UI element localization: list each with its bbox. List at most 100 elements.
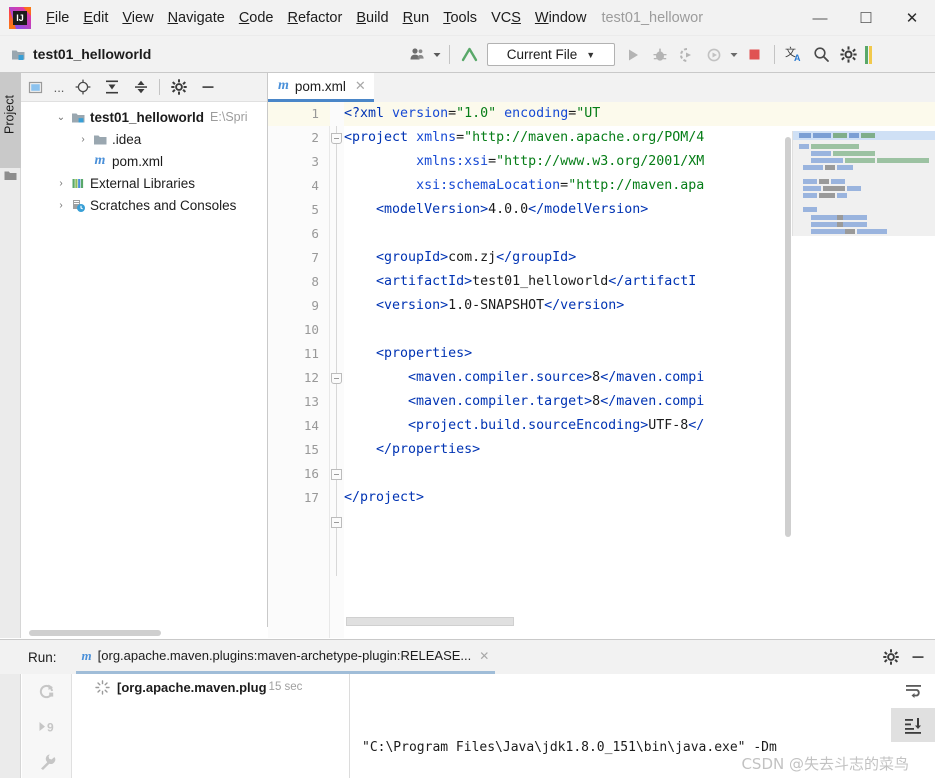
run-9-icon[interactable]: 9 bbox=[22, 709, 72, 744]
profile-dropdown-icon[interactable] bbox=[727, 36, 741, 73]
chevron-right-icon[interactable]: › bbox=[75, 134, 91, 145]
close-button[interactable]: ✕ bbox=[889, 0, 935, 36]
menu-rest: efactor bbox=[297, 9, 343, 26]
menu-mnemonic: B bbox=[356, 9, 366, 26]
code-token: = bbox=[560, 178, 569, 193]
locate-icon[interactable] bbox=[68, 73, 97, 102]
stop-icon[interactable] bbox=[741, 36, 768, 73]
fold-toggle-icon[interactable] bbox=[331, 373, 342, 384]
settings-icon[interactable] bbox=[877, 640, 904, 674]
tree-row-pom[interactable]: m pom.xml bbox=[21, 150, 267, 172]
scroll-to-end-icon[interactable] bbox=[891, 708, 935, 742]
vcs-update-icon[interactable] bbox=[456, 36, 483, 73]
close-icon[interactable]: ✕ bbox=[479, 649, 489, 663]
code-token: </ bbox=[688, 418, 705, 433]
editor-tab-pom-xml[interactable]: m pom.xml ✕ bbox=[268, 73, 374, 102]
close-icon[interactable]: ✕ bbox=[355, 78, 366, 94]
chevron-down-icon[interactable] bbox=[431, 36, 443, 73]
menu-item-build[interactable]: Build bbox=[349, 0, 395, 36]
run-action-toolbar: 9 bbox=[22, 674, 72, 778]
menu-mnemonic: R bbox=[287, 9, 298, 26]
breadcrumb[interactable]: test01_helloworld bbox=[11, 46, 151, 62]
soft-wrap-icon[interactable] bbox=[891, 674, 935, 708]
run-icon[interactable] bbox=[619, 36, 646, 73]
fold-toggle-icon[interactable] bbox=[331, 133, 342, 144]
menu-item-refactor[interactable]: Refactor bbox=[281, 0, 350, 36]
tree-row-external-libraries[interactable]: › External Libraries bbox=[21, 172, 267, 194]
scrollbar-thumb[interactable] bbox=[346, 617, 514, 626]
code-editor[interactable]: 1 2 3 4 5 6 7 8 9 10 11 12 13 14 15 16 1… bbox=[268, 102, 935, 638]
wrench-icon[interactable] bbox=[22, 744, 72, 778]
user-status-icon[interactable] bbox=[862, 36, 878, 73]
code-token: <groupId> bbox=[376, 250, 449, 265]
select-opened-file-icon[interactable] bbox=[21, 73, 50, 102]
tree-row-scratches[interactable]: › Scratches and Consoles bbox=[21, 194, 267, 216]
run-tab[interactable]: m [org.apache.maven.plugins:maven-archet… bbox=[75, 640, 496, 674]
menu-item-file[interactable]: File bbox=[39, 0, 76, 36]
editor-horizontal-scrollbar[interactable] bbox=[346, 615, 746, 628]
menu-item-navigate[interactable]: Navigate bbox=[161, 0, 232, 36]
menu-item-view[interactable]: View bbox=[115, 0, 160, 36]
scrollbar-thumb[interactable] bbox=[785, 137, 791, 537]
more-icon[interactable]: ... bbox=[50, 73, 68, 102]
toolbar-actions: Current File ▼ 文 A bbox=[404, 36, 878, 73]
run-with-coverage-icon[interactable] bbox=[673, 36, 700, 73]
maximize-button[interactable]: ☐ bbox=[843, 0, 889, 36]
profile-icon[interactable] bbox=[700, 36, 727, 73]
debug-icon[interactable] bbox=[646, 36, 673, 73]
user-avatar-icon[interactable] bbox=[404, 36, 431, 73]
code-line: </project> bbox=[344, 486, 424, 510]
collapse-all-icon[interactable] bbox=[126, 73, 155, 102]
intellij-idea-logo-icon: IJ bbox=[9, 6, 31, 29]
menu-item-vcs[interactable]: VCS bbox=[484, 0, 528, 36]
left-tool-rail: Project bbox=[0, 73, 21, 638]
project-horizontal-scrollbar[interactable] bbox=[21, 627, 268, 638]
menu-item-window[interactable]: Window bbox=[528, 0, 594, 36]
scrollbar-thumb[interactable] bbox=[29, 630, 161, 636]
settings-icon[interactable] bbox=[835, 36, 862, 73]
menu-rest: ools bbox=[450, 9, 478, 26]
settings-icon[interactable] bbox=[164, 73, 193, 102]
code-token: "http://maven.apa bbox=[568, 178, 705, 193]
editor-vertical-scrollbar[interactable] bbox=[784, 131, 792, 631]
chevron-right-icon[interactable]: › bbox=[53, 178, 69, 189]
code-token: 4.0.0 bbox=[488, 202, 529, 217]
console-line: "C:\Program Files\Java\jdk1.8.0_151\bin\… bbox=[362, 734, 891, 762]
line-number: 12 bbox=[303, 370, 319, 385]
editor-gutter: 1 2 3 4 5 6 7 8 9 10 11 12 13 14 15 16 1… bbox=[268, 102, 330, 638]
sidebar-item-project[interactable]: Project bbox=[0, 73, 21, 168]
search-icon[interactable] bbox=[808, 36, 835, 73]
rerun-icon[interactable] bbox=[22, 674, 72, 709]
fold-toggle-icon[interactable] bbox=[331, 469, 342, 480]
menu-item-edit[interactable]: Edit bbox=[76, 0, 115, 36]
hide-icon[interactable] bbox=[904, 640, 931, 674]
translate-icon[interactable]: 文 A bbox=[781, 36, 808, 73]
chevron-right-icon[interactable]: › bbox=[53, 200, 69, 211]
run-tree-item[interactable]: [org.apache.maven.plug 15 sec bbox=[73, 674, 349, 700]
tree-row-project[interactable]: ⌄ test01_helloworld E:\Spri bbox=[21, 106, 267, 128]
run-configuration-label: Current File bbox=[506, 47, 578, 62]
expand-all-icon[interactable] bbox=[97, 73, 126, 102]
fold-toggle-icon[interactable] bbox=[331, 517, 342, 528]
code-line: <properties> bbox=[344, 342, 472, 366]
menu-rest: avigate bbox=[178, 9, 225, 26]
sidebar-item-label: Project bbox=[2, 95, 17, 134]
editor-minimap[interactable] bbox=[792, 131, 935, 236]
menu-item-run[interactable]: Run bbox=[396, 0, 437, 36]
menu-item-code[interactable]: Code bbox=[232, 0, 281, 36]
menu-item-tools[interactable]: Tools bbox=[436, 0, 484, 36]
chevron-down-icon[interactable]: ⌄ bbox=[53, 112, 69, 123]
folder-icon[interactable] bbox=[4, 169, 17, 187]
editor-fold-gutter[interactable] bbox=[330, 102, 344, 638]
module-folder-icon bbox=[12, 50, 25, 60]
window-title: test01_hellowor bbox=[601, 9, 704, 26]
code-token: "UT bbox=[576, 106, 601, 121]
libraries-icon bbox=[69, 176, 87, 191]
tree-row-idea[interactable]: › .idea bbox=[21, 128, 267, 150]
hide-icon[interactable] bbox=[193, 73, 222, 102]
run-configuration-selector[interactable]: Current File ▼ bbox=[487, 43, 615, 66]
minimize-button[interactable]: — bbox=[797, 0, 843, 36]
line-number: 4 bbox=[311, 178, 319, 193]
run-console-output[interactable]: "C:\Program Files\Java\jdk1.8.0_151\bin\… bbox=[351, 674, 891, 778]
